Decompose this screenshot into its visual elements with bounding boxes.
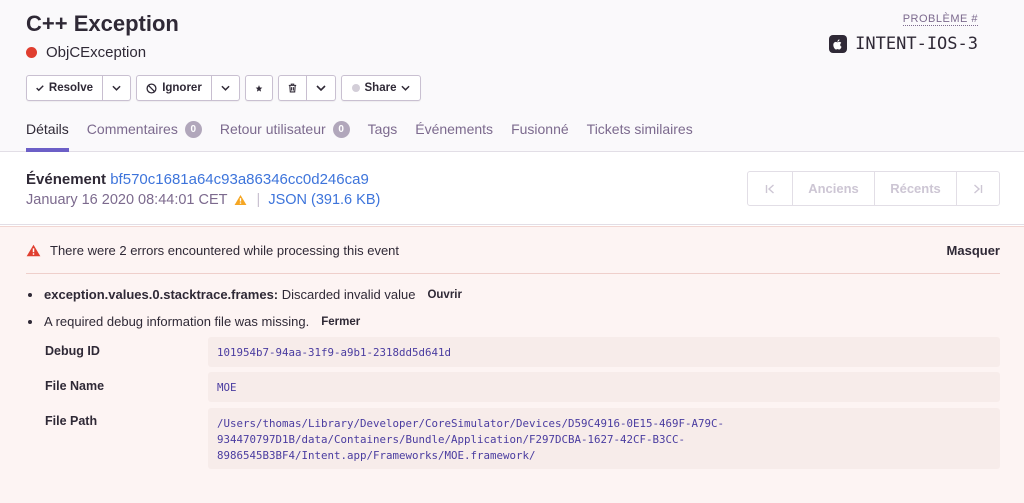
chevron-down-icon (221, 85, 230, 91)
errors-heading-text: There were 2 errors encountered while pr… (50, 243, 400, 258)
ignore-label: Ignorer (162, 82, 202, 94)
issue-id-label: PROBLÈME # (902, 13, 978, 26)
file-path-line: 8986545B3BF4/Intent.app/Frameworks/MOE.f… (217, 449, 536, 462)
star-icon (255, 84, 263, 92)
tab-events[interactable]: Événements (415, 120, 493, 152)
event-date: January 16 2020 08:44:01 CET (26, 192, 228, 208)
file-path-line: 934470797D1B/data/Containers/Bundle/Appl… (217, 433, 686, 446)
file-path-line: /Users/thomas/Library/Developer/CoreSimu… (217, 417, 725, 430)
event-meta: January 16 2020 08:44:01 CET | JSON (391… (26, 192, 380, 208)
tab-label: Retour utilisateur (219, 121, 326, 137)
share-status-dot (351, 84, 360, 92)
issue-header: C++ Exception ObjCException PROBLÈME # I… (0, 0, 1024, 152)
resolve-button[interactable]: Resolve (26, 75, 103, 101)
ignore-group: Ignorer (136, 75, 240, 101)
event-toolbar: Événement bf570c1681a64c93a86346cc0d246c… (0, 153, 1024, 225)
ignore-dropdown-button[interactable] (212, 75, 240, 101)
file-path-key: File Path (45, 414, 98, 428)
tab-details[interactable]: Détails (26, 120, 69, 152)
feedback-count-badge: 0 (332, 121, 350, 138)
ignore-icon (146, 82, 157, 94)
share-label: Share (364, 82, 397, 94)
resolve-dropdown-button[interactable] (103, 75, 131, 101)
ignore-button[interactable]: Ignorer (136, 75, 212, 101)
trash-icon (288, 83, 297, 93)
tab-similar-issues[interactable]: Tickets similaires (587, 120, 693, 152)
file-name-value: MOE (208, 372, 1000, 402)
check-icon (36, 85, 44, 92)
share-button[interactable]: Share (341, 75, 421, 101)
share-group: Share (341, 75, 421, 101)
expand-error-button[interactable]: Ouvrir (427, 289, 462, 301)
warning-icon (234, 194, 246, 206)
tab-label: Fusionné (511, 121, 569, 137)
issue-actions-toolbar: Resolve Ignorer Share (26, 75, 426, 101)
last-page-icon (974, 183, 983, 194)
tab-user-feedback[interactable]: Retour utilisateur 0 (220, 120, 350, 152)
tab-tags[interactable]: Tags (368, 120, 398, 152)
event-id-link[interactable]: bf570c1681a64c93a86346cc0d246ca9 (110, 171, 369, 188)
event-heading: Événement bf570c1681a64c93a86346cc0d246c… (26, 171, 369, 188)
event-label: Événement (26, 171, 107, 188)
errors-heading: There were 2 errors encountered while pr… (26, 243, 399, 258)
chevron-down-icon (401, 85, 411, 91)
issue-subtitle: ObjCException (26, 44, 146, 61)
bullet (28, 292, 32, 297)
apple-icon (829, 35, 848, 53)
hide-errors-button[interactable]: Masquer (947, 243, 1000, 258)
json-link[interactable]: JSON (391.6 KB) (268, 192, 380, 208)
issue-tabs: Détails Commentaires 0 Retour utilisateur… (26, 120, 711, 152)
newest-event-button[interactable] (956, 172, 999, 205)
chevron-down-icon (316, 85, 326, 91)
collapse-error-button[interactable]: Fermer (321, 316, 360, 328)
file-path-value: /Users/thomas/Library/Developer/CoreSimu… (208, 408, 1000, 469)
tab-comments[interactable]: Commentaires 0 (87, 120, 202, 152)
resolve-label: Resolve (48, 82, 93, 94)
tab-label: Tickets similaires (586, 121, 693, 137)
error-item: A required debug information file was mi… (28, 314, 360, 329)
event-pager: Anciens Récents (747, 171, 1000, 206)
bookmark-group (245, 75, 273, 101)
issue-id[interactable]: INTENT-IOS-3 (829, 34, 978, 54)
bullet (28, 319, 32, 324)
tab-merged[interactable]: Fusionné (511, 120, 569, 152)
tab-label: Détails (26, 121, 69, 137)
tab-label: Tags (367, 121, 398, 137)
file-name-key: File Name (45, 379, 105, 393)
event-errors-panel: There were 2 errors encountered while pr… (0, 226, 1024, 503)
comments-count-badge: 0 (184, 121, 202, 138)
oldest-event-button[interactable] (748, 172, 792, 205)
errors-divider (26, 273, 1000, 274)
bookmark-button[interactable] (245, 75, 273, 101)
older-event-button[interactable]: Anciens (792, 172, 874, 205)
issue-title: C++ Exception (26, 11, 179, 36)
error-text: Discarded invalid value (281, 287, 416, 302)
debug-id-value: 101954b7-94aa-31f9-a9b1-2318dd5d641d (208, 337, 1000, 367)
first-page-icon (765, 183, 774, 194)
error-text: A required debug information file was mi… (44, 314, 310, 329)
delete-group (278, 75, 336, 101)
error-key: exception.values.0.stacktrace.frames: (44, 287, 279, 302)
issue-short-id: INTENT-IOS-3 (855, 34, 978, 54)
resolve-group: Resolve (26, 75, 131, 101)
delete-dropdown-button[interactable] (307, 75, 336, 101)
error-warning-icon (26, 244, 41, 257)
tab-label: Commentaires (86, 121, 178, 137)
chevron-down-icon (112, 85, 121, 91)
issue-culprit: ObjCException (46, 44, 147, 61)
debug-id-key: Debug ID (45, 344, 100, 358)
newer-event-button[interactable]: Récents (874, 172, 956, 205)
delete-button[interactable] (278, 75, 307, 101)
error-item: exception.values.0.stacktrace.frames: Di… (28, 287, 462, 302)
error-level-dot (26, 47, 37, 58)
meta-separator: | (256, 192, 261, 208)
tab-label: Événements (415, 121, 494, 137)
